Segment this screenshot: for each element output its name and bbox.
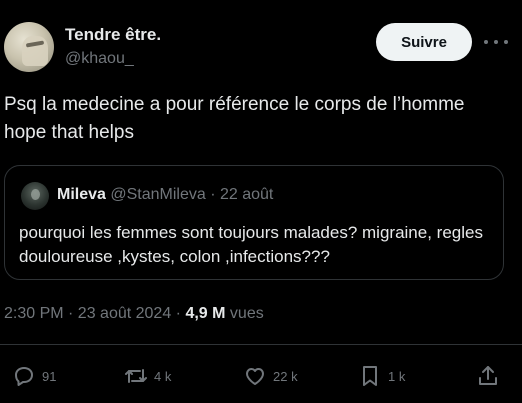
reply-icon: [15, 367, 33, 386]
quoted-text: pourquoi les femmes sont toujours malade…: [19, 223, 483, 266]
like-count: 22 k: [273, 368, 298, 384]
tweet-timestamp[interactable]: 2:30 PM · 23 août 2024 ·: [4, 305, 185, 322]
bookmark-count: 1 k: [388, 368, 406, 384]
divider: [0, 344, 522, 345]
author-avatar[interactable]: [4, 22, 54, 72]
quoted-header: Mileva @StanMileva · 22 août: [57, 186, 273, 204]
tweet-meta: 2:30 PM · 23 août 2024 · 4,9 M vues: [4, 305, 264, 323]
quoted-tweet[interactable]: Mileva @StanMileva · 22 août pourquoi le…: [4, 165, 504, 280]
quoted-avatar[interactable]: [21, 182, 49, 210]
quoted-handle[interactable]: @StanMileva: [110, 186, 205, 203]
author-name[interactable]: Tendre être.: [65, 25, 161, 45]
tweet-text: Psq la medecine a pour référence le corp…: [4, 94, 465, 143]
follow-button[interactable]: Suivre: [376, 23, 472, 61]
view-count: 4,9 M: [185, 305, 226, 322]
reply-count: 91: [42, 368, 57, 384]
more-icon[interactable]: [484, 32, 508, 52]
repost-button[interactable]: 4 k: [124, 364, 171, 388]
bookmark-icon: [363, 366, 377, 386]
repost-icon: [125, 369, 147, 383]
bookmark-button[interactable]: 1 k: [358, 364, 405, 388]
repost-count: 4 k: [154, 368, 172, 384]
share-icon: [479, 366, 497, 385]
like-icon: [246, 368, 264, 385]
reply-button[interactable]: 91: [12, 364, 56, 388]
quoted-name[interactable]: Mileva: [57, 186, 106, 203]
quoted-date[interactable]: · 22 août: [210, 186, 273, 203]
views-label: vues: [225, 305, 264, 322]
share-button[interactable]: [476, 364, 500, 388]
like-button[interactable]: 22 k: [243, 364, 298, 388]
author-handle[interactable]: @khaou_: [65, 50, 134, 68]
